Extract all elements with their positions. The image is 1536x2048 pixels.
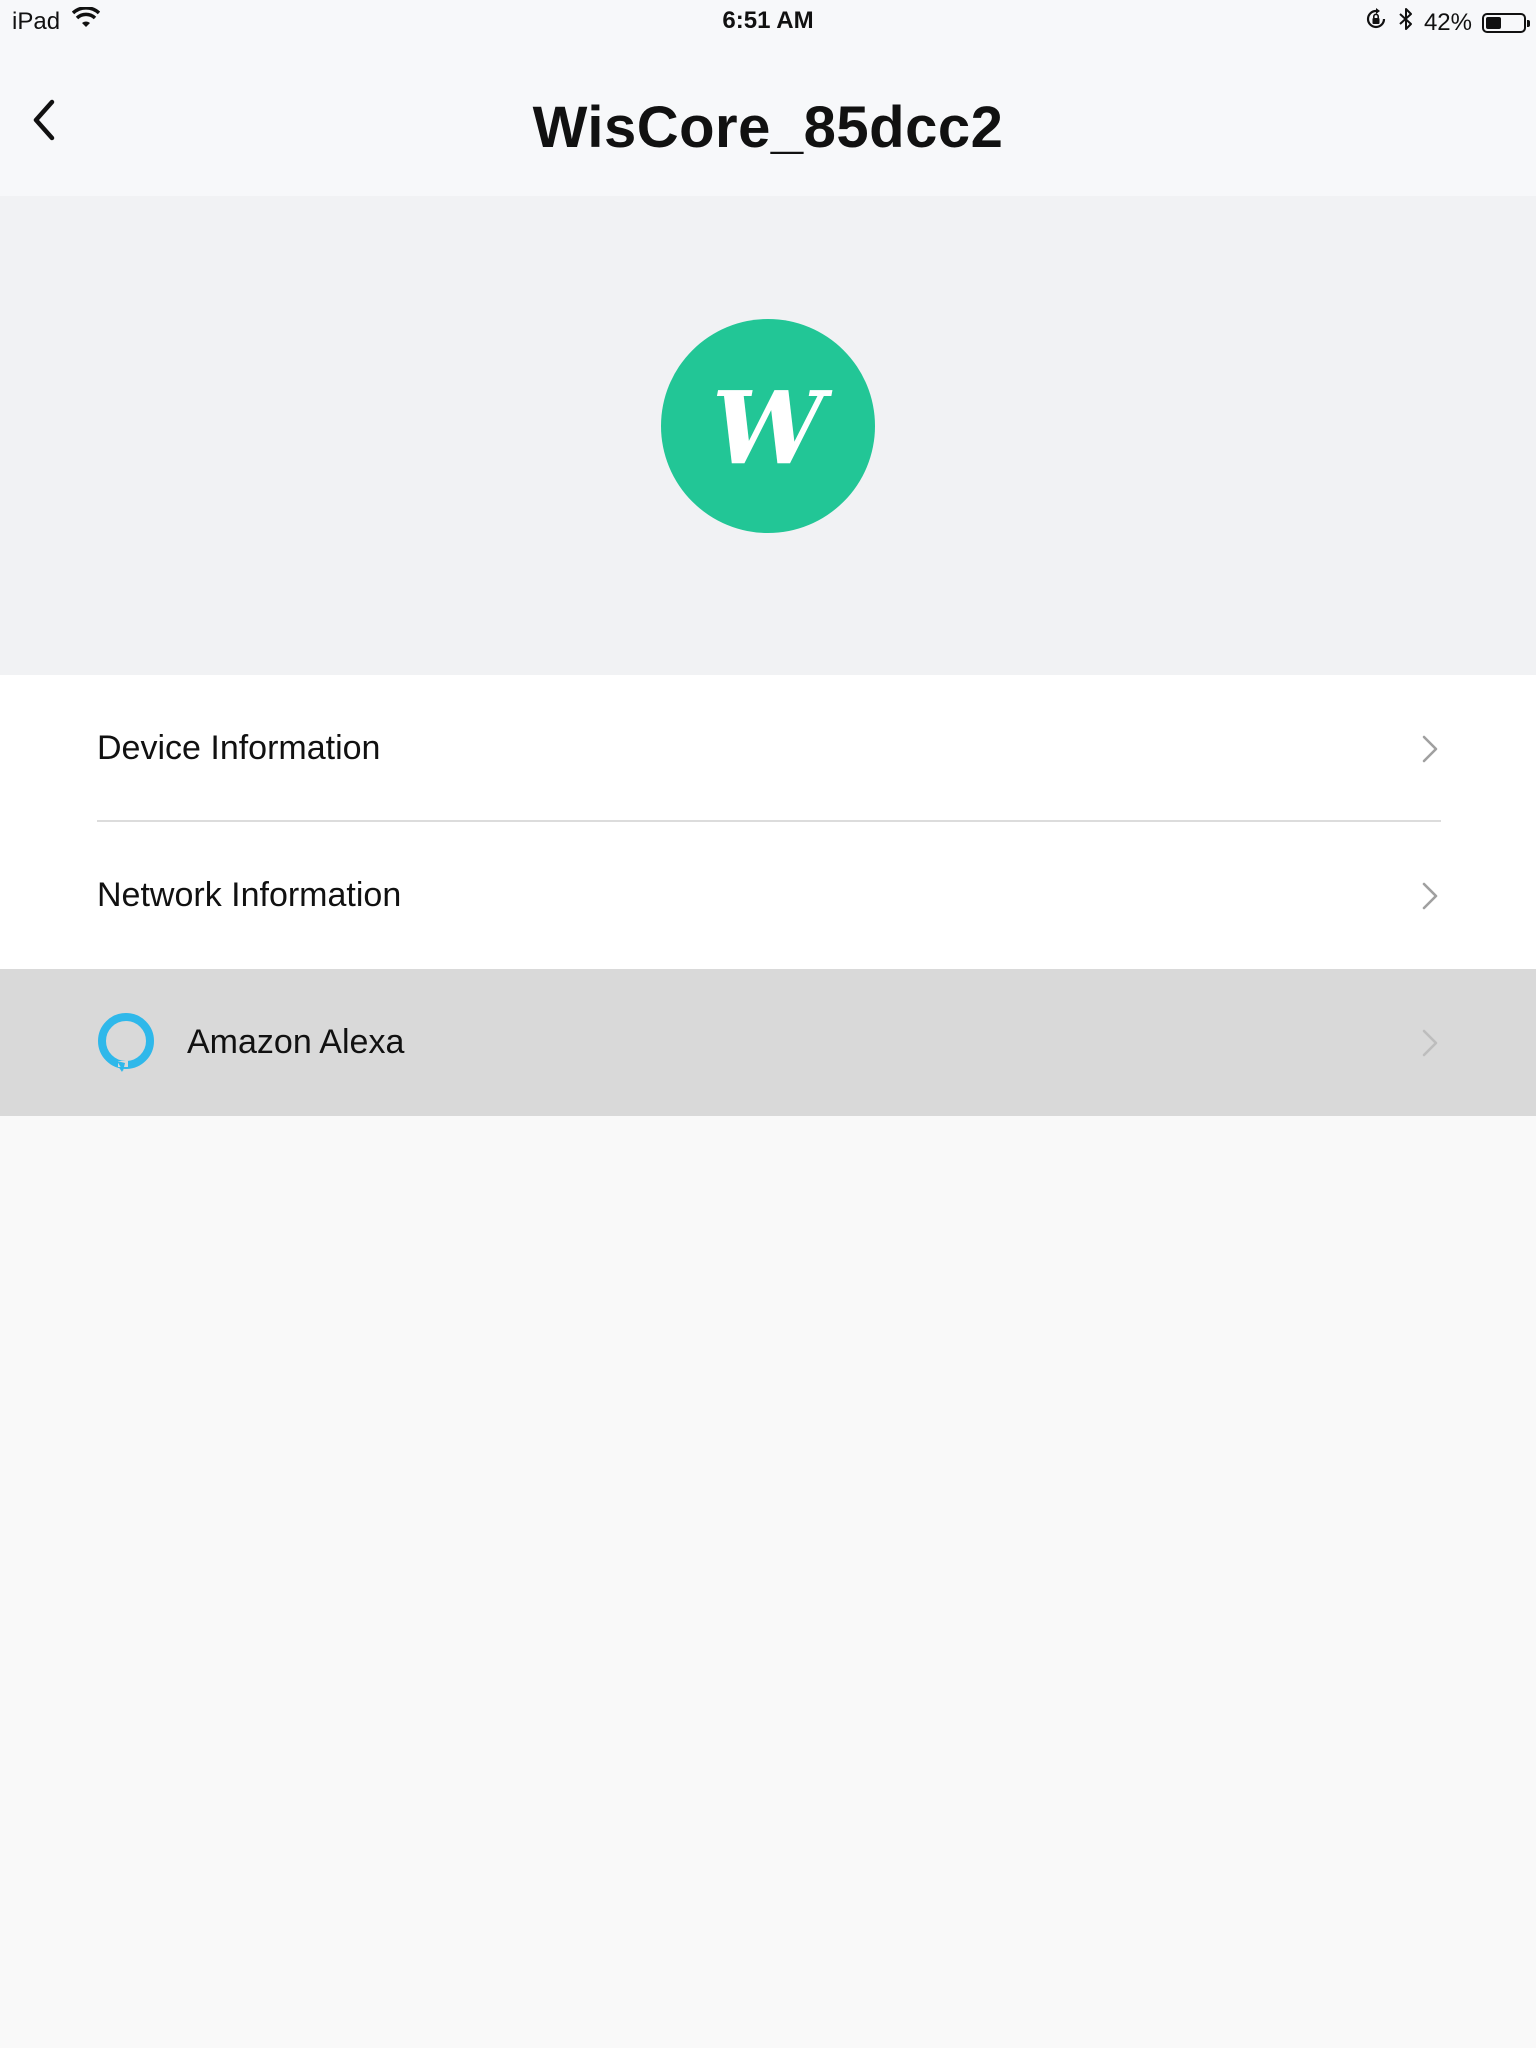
device-information-row[interactable]: Device Information	[0, 675, 1536, 822]
bluetooth-icon	[1398, 7, 1414, 38]
wiscore-logo-icon: W	[711, 369, 825, 487]
battery-percent: 42%	[1423, 8, 1472, 36]
chevron-right-icon	[1420, 1027, 1440, 1059]
navigation-bar: WisCore_85dcc2	[0, 42, 1536, 196]
network-information-label: Network Information	[97, 876, 402, 914]
status-bar: iPad 6:51 AM 42%	[0, 0, 1536, 42]
settings-list: Device Information Network Information A…	[0, 675, 1536, 1116]
status-right: 42%	[1364, 7, 1530, 38]
page-title: WisCore_85dcc2	[532, 95, 1004, 160]
alexa-ring-icon	[96, 1013, 156, 1073]
battery-fill	[1486, 16, 1502, 29]
device-information-label: Device Information	[97, 729, 381, 767]
network-information-row[interactable]: Network Information	[0, 822, 1536, 969]
battery-icon	[1482, 12, 1530, 33]
amazon-alexa-label: Amazon Alexa	[187, 1023, 405, 1061]
device-avatar: W	[661, 319, 875, 533]
amazon-alexa-row[interactable]: Amazon Alexa	[0, 969, 1536, 1116]
status-time: 6:51 AM	[722, 7, 814, 34]
chevron-right-icon	[1420, 733, 1440, 765]
chevron-right-icon	[1420, 880, 1440, 912]
rotation-lock-icon	[1364, 7, 1388, 38]
device-header: W	[0, 196, 1536, 675]
